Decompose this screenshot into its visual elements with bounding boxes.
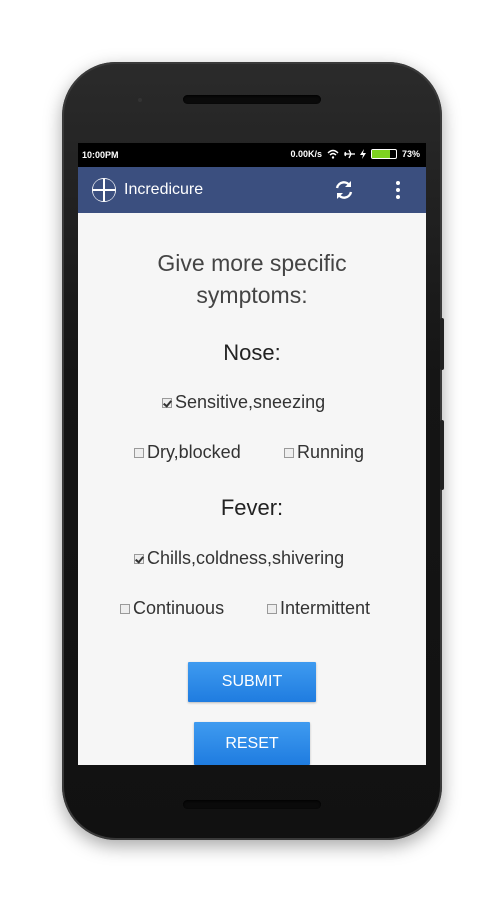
- battery-percent: 73%: [401, 149, 420, 159]
- front-camera: [138, 98, 142, 102]
- checkbox-running[interactable]: [284, 447, 294, 458]
- page-heading-line2: symptoms:: [196, 282, 308, 308]
- app-logo-icon: [92, 178, 116, 202]
- reset-button[interactable]: RESET: [194, 722, 310, 765]
- screen: 10:00PM 0.00K/s 73% Incredicure Give mor…: [78, 143, 426, 765]
- battery-icon: [370, 149, 397, 159]
- checkbox-dry-blocked[interactable]: [134, 447, 144, 458]
- status-bar: 10:00PM 0.00K/s 73%: [78, 143, 426, 167]
- status-icons: 0.00K/s 73%: [290, 149, 420, 159]
- option-chills-coldness-shivering[interactable]: Chills,coldness,shivering: [134, 548, 344, 569]
- section-title-fever: Fever:: [220, 495, 284, 520]
- airplane-icon: [343, 149, 355, 159]
- section-title-nose: Nose:: [223, 340, 281, 365]
- earpiece-speaker: [183, 95, 321, 104]
- option-dry-blocked[interactable]: Dry,blocked: [134, 442, 241, 463]
- option-label: Chills,coldness,shivering: [147, 548, 345, 568]
- checkbox-chills-coldness-shivering[interactable]: [134, 553, 144, 564]
- checkbox-intermittent[interactable]: [267, 603, 277, 614]
- option-continuous[interactable]: Continuous: [120, 598, 224, 619]
- app-title: Incredicure: [124, 181, 204, 198]
- option-label: Intermittent: [280, 598, 371, 618]
- network-speed: 0.00K/s: [290, 149, 322, 159]
- app-bar: Incredicure: [78, 167, 426, 213]
- option-intermittent[interactable]: Intermittent: [267, 598, 370, 619]
- submit-button[interactable]: SUBMIT: [188, 662, 316, 702]
- option-sensitive-sneezing[interactable]: Sensitive,sneezing: [162, 392, 325, 413]
- overflow-menu-icon[interactable]: [394, 179, 402, 201]
- battery-level-fill: [371, 150, 390, 158]
- option-label: Dry,blocked: [147, 442, 241, 462]
- charging-icon: [359, 149, 366, 159]
- volume-button: [440, 318, 444, 370]
- option-label: Running: [297, 442, 365, 462]
- option-label: Sensitive,sneezing: [175, 392, 326, 412]
- page-heading-line1: Give more specific: [157, 250, 347, 276]
- wifi-icon: [327, 149, 339, 159]
- option-running[interactable]: Running: [284, 442, 364, 463]
- checkbox-continuous[interactable]: [120, 603, 130, 614]
- option-label: Continuous: [133, 598, 225, 618]
- bottom-speaker: [183, 800, 321, 809]
- power-button: [440, 420, 444, 490]
- checkbox-sensitive-sneezing[interactable]: [162, 397, 172, 408]
- status-time: 10:00PM: [82, 150, 119, 160]
- refresh-icon[interactable]: [332, 178, 356, 202]
